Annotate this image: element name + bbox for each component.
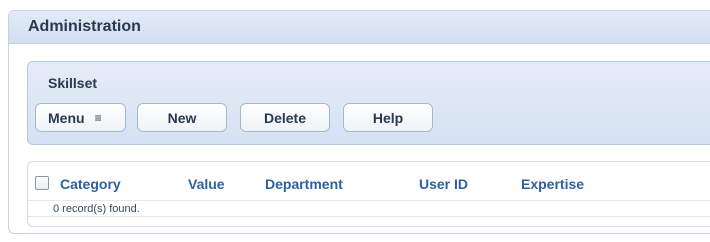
- menu-button[interactable]: Menu ≡: [35, 103, 126, 132]
- column-header-expertise[interactable]: Expertise: [521, 176, 584, 192]
- menu-dropdown-icon: ≡: [94, 110, 102, 125]
- grid-header-row: Category Value Department User ID Expert…: [28, 170, 710, 202]
- grid-divider: [28, 216, 710, 217]
- help-button[interactable]: Help: [343, 103, 433, 132]
- menu-button-label: Menu: [48, 109, 85, 126]
- select-all-checkbox[interactable]: [35, 176, 49, 190]
- column-header-category[interactable]: Category: [60, 176, 121, 192]
- administration-header: Administration: [9, 11, 710, 44]
- skillset-panel: Skillset Menu ≡ New Delete Help: [27, 61, 710, 145]
- skillset-grid: Category Value Department User ID Expert…: [27, 161, 710, 227]
- delete-button-label: Delete: [263, 109, 307, 126]
- grid-divider: [28, 200, 710, 201]
- new-button-label: New: [167, 109, 197, 126]
- column-header-department[interactable]: Department: [265, 176, 343, 192]
- new-button[interactable]: New: [137, 103, 227, 132]
- administration-title: Administration: [28, 18, 141, 35]
- records-found-status: 0 record(s) found.: [53, 203, 140, 215]
- skillset-title: Skillset: [48, 75, 98, 91]
- column-header-user-id[interactable]: User ID: [419, 176, 468, 192]
- help-button-label: Help: [372, 109, 404, 126]
- column-header-value[interactable]: Value: [188, 176, 225, 192]
- delete-button[interactable]: Delete: [240, 103, 330, 132]
